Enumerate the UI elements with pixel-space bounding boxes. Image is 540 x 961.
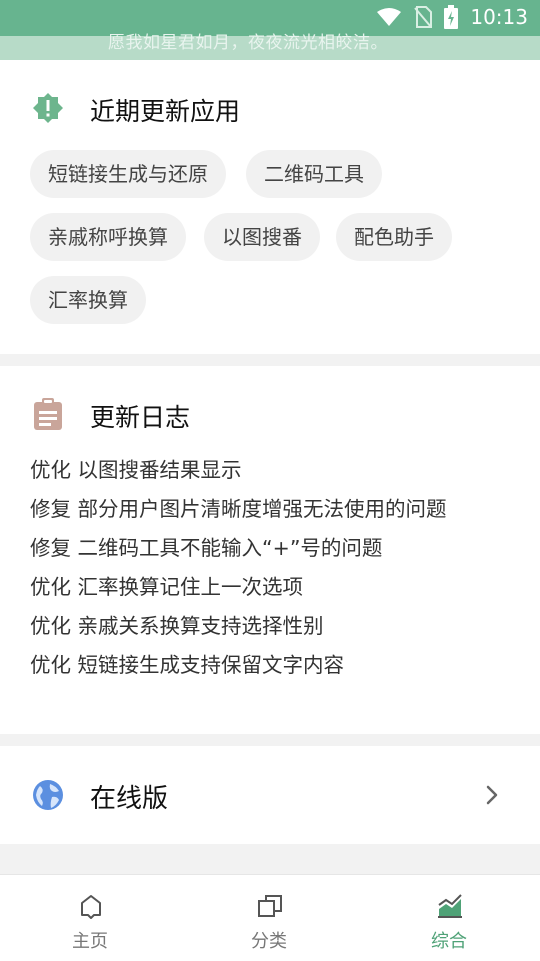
- changelog-item: 优化 亲戚关系换算支持选择性别: [30, 614, 324, 638]
- nav-general-label: 综合: [431, 931, 467, 952]
- online-version-label: 在线版: [90, 784, 169, 814]
- chip-exchange-rate[interactable]: 汇率换算: [30, 276, 146, 324]
- no-sim-icon: [414, 6, 433, 28]
- chip-short-link[interactable]: 短链接生成与还原: [30, 150, 226, 198]
- recent-apps-card: 近期更新应用 短链接生成与还原 二维码工具 亲戚称呼换算 以图搜番 配色助手 汇…: [0, 60, 540, 354]
- globe-icon: [33, 780, 63, 810]
- changelog-card: 更新日志 优化 以图搜番结果显示 修复 部分用户图片清晰度增强无法使用的问题 修…: [0, 366, 540, 734]
- clipboard-icon: [34, 398, 62, 430]
- badge-icon: [33, 93, 63, 123]
- chip-relative-title[interactable]: 亲戚称呼换算: [30, 213, 186, 261]
- changelog-item: 修复 二维码工具不能输入“+”号的问题: [30, 536, 383, 560]
- bottom-nav: 主页 分类 综合: [0, 874, 540, 961]
- chip-image-search-anime[interactable]: 以图搜番: [204, 213, 320, 261]
- chip-qr-code[interactable]: 二维码工具: [246, 150, 382, 198]
- nav-general[interactable]: 综合: [389, 875, 509, 961]
- nav-category-label: 分类: [251, 931, 287, 952]
- battery-icon: [444, 5, 459, 29]
- divider: [0, 734, 540, 746]
- divider: [0, 354, 540, 366]
- chevron-right-icon: [486, 785, 498, 805]
- online-version-row[interactable]: 在线版: [0, 746, 540, 844]
- status-bar: 愿我如星君如月，夜夜流光相皎洁。 10:13: [0, 0, 540, 60]
- changelog-item: 优化 以图搜番结果显示: [30, 458, 242, 482]
- changelog-item: 优化 汇率换算记住上一次选项: [30, 575, 304, 599]
- chip-color-helper[interactable]: 配色助手: [336, 213, 452, 261]
- nav-category[interactable]: 分类: [209, 875, 329, 961]
- wifi-icon: [377, 8, 402, 26]
- nav-home-label: 主页: [72, 931, 108, 952]
- divider: [0, 844, 540, 874]
- changelog-title: 更新日志: [90, 403, 191, 432]
- nav-home[interactable]: 主页: [30, 875, 150, 961]
- changelog-item: 修复 部分用户图片清晰度增强无法使用的问题: [30, 497, 447, 521]
- home-icon: [81, 895, 101, 919]
- status-icons: 10:13: [376, 4, 528, 30]
- status-time: 10:13: [470, 5, 528, 29]
- changelog-item: 优化 短链接生成支持保留文字内容: [30, 653, 345, 677]
- category-icon: [258, 895, 282, 917]
- recent-apps-title: 近期更新应用: [90, 97, 241, 126]
- trend-icon: [438, 894, 462, 918]
- header-quote: 愿我如星君如月，夜夜流光相皎洁。: [108, 33, 388, 53]
